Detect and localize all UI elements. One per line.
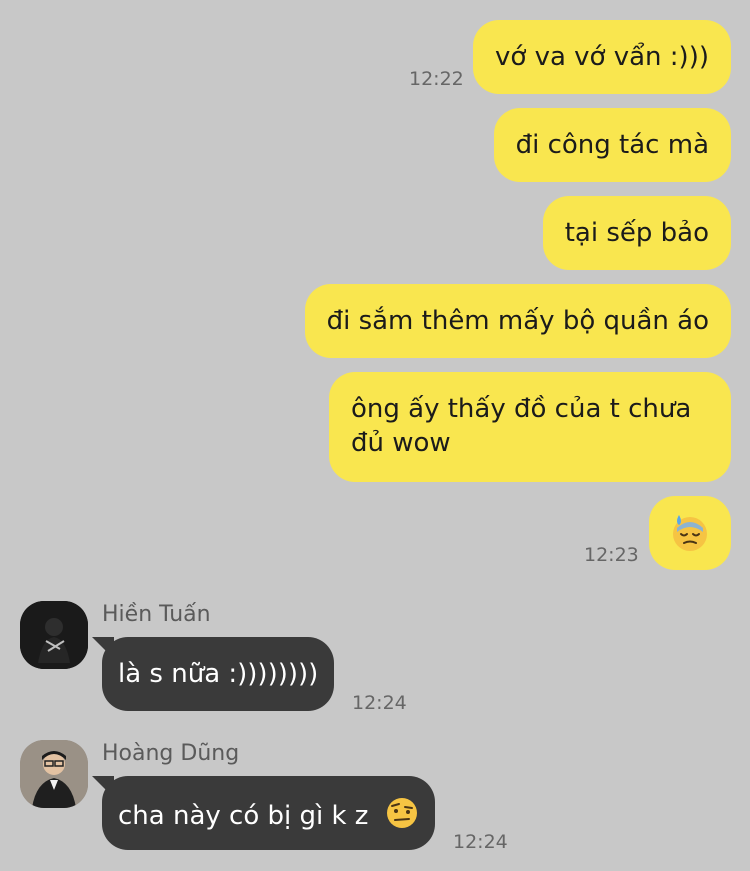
message-text: ông ấy thấy đồ của t chưa xyxy=(351,394,692,424)
message-text: tại sếp bảo xyxy=(564,218,709,248)
avatar[interactable] xyxy=(20,740,88,808)
bubble-tail xyxy=(92,776,114,798)
message-text: đi công tác mà xyxy=(515,130,709,160)
bubble-tail xyxy=(92,637,114,659)
incoming-message[interactable]: cha này có bị gì k z xyxy=(92,776,435,850)
avatar[interactable] xyxy=(20,601,88,669)
downcast-face-with-sweat-icon xyxy=(673,515,707,551)
message-text: vớ va vớ vẩn :))) xyxy=(495,42,709,72)
message-time: 12:24 xyxy=(352,692,407,714)
face-with-raised-eyebrow-icon xyxy=(386,798,417,828)
sender-name: Hoàng Dũng xyxy=(102,741,240,766)
outgoing-message[interactable]: đi công tác mà xyxy=(493,108,731,182)
message-text: đi sắm thêm mấy bộ quần áo xyxy=(326,306,709,336)
incoming-message[interactable]: là s nữa :)))))))) xyxy=(92,637,335,711)
message-text: là s nữa :)))))))) xyxy=(118,659,319,689)
outgoing-message[interactable]: tại sếp bảo xyxy=(542,196,731,270)
message-text: đủ wow xyxy=(351,428,451,458)
chat-thread: 12:22 vớ va vớ vẩn :))) đi công tác mà t… xyxy=(0,0,750,871)
avatar-hoang-dung-icon xyxy=(20,740,88,808)
outgoing-message[interactable]: đi sắm thêm mấy bộ quần áo xyxy=(304,284,731,358)
message-time: 12:22 xyxy=(409,68,464,90)
message-time: 12:23 xyxy=(584,544,639,566)
outgoing-message[interactable]: vớ va vớ vẩn :))) xyxy=(473,20,731,94)
avatar-hien-tuan-icon xyxy=(20,601,88,669)
message-time: 12:24 xyxy=(453,831,508,853)
outgoing-message[interactable]: ông ấy thấy đồ của t chưa đủ wow xyxy=(329,372,731,482)
outgoing-message[interactable] xyxy=(649,496,731,570)
message-text: cha này có bị gì k z xyxy=(118,801,369,831)
sender-name: Hiền Tuấn xyxy=(102,602,211,627)
